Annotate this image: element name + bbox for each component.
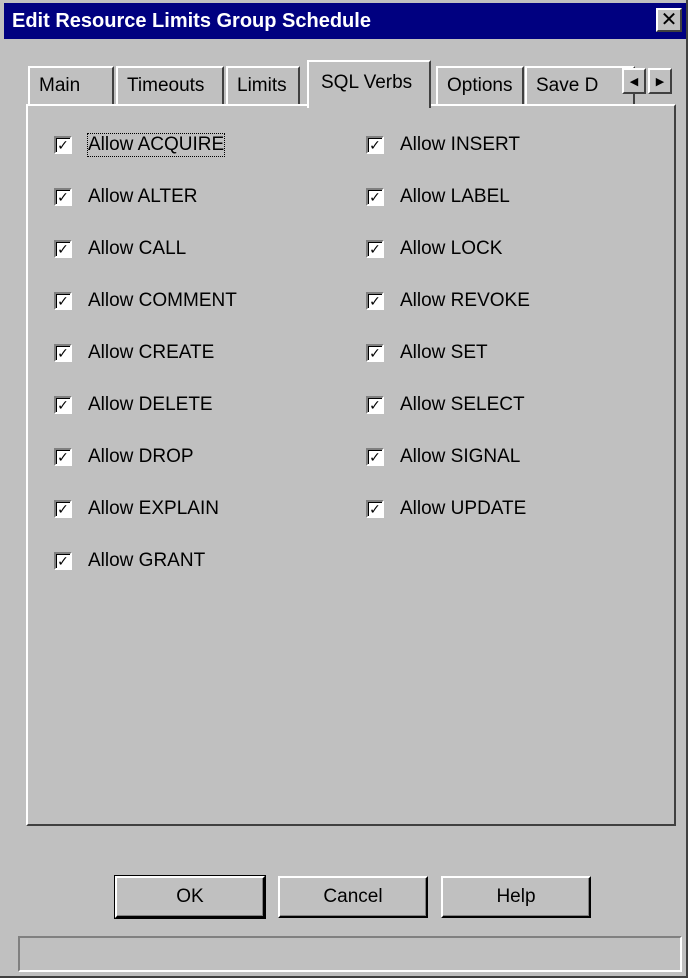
tab-main[interactable]: Main	[28, 66, 114, 104]
close-button[interactable]: ✕	[656, 8, 682, 32]
checkbox-allow-update[interactable]: ✓ Allow UPDATE	[366, 498, 530, 550]
checkmark-icon: ✓	[57, 345, 69, 361]
checkbox-label[interactable]: Allow REVOKE	[400, 290, 530, 312]
checkbox-allow-select[interactable]: ✓ Allow SELECT	[366, 394, 530, 446]
cancel-button[interactable]: Cancel	[278, 876, 428, 918]
arrow-right-icon: ▶	[655, 75, 665, 88]
checkbox-label[interactable]: Allow DELETE	[88, 394, 213, 416]
checkbox-allow-call[interactable]: ✓ Allow CALL	[54, 238, 237, 290]
tab-save[interactable]: Save D	[525, 66, 635, 104]
checkbox-allow-comment[interactable]: ✓ Allow COMMENT	[54, 290, 237, 342]
checkbox-allow-alter[interactable]: ✓ Allow ALTER	[54, 186, 237, 238]
checkbox-allow-set[interactable]: ✓ Allow SET	[366, 342, 530, 394]
checkmark-icon: ✓	[57, 501, 69, 517]
checkmark-icon: ✓	[57, 241, 69, 257]
checkbox-box[interactable]: ✓	[366, 396, 384, 414]
tab-scroll-right-button[interactable]: ▶	[648, 68, 672, 94]
checkbox-allow-acquire[interactable]: ✓ Allow ACQUIRE	[54, 133, 237, 186]
checkbox-allow-signal[interactable]: ✓ Allow SIGNAL	[366, 446, 530, 498]
checkmark-icon: ✓	[369, 449, 381, 465]
sql-verbs-panel: ✓ Allow ACQUIRE ✓ Allow ALTER ✓ Allow CALL …	[26, 104, 676, 826]
tab-timeouts[interactable]: Timeouts	[116, 66, 224, 104]
checkbox-box[interactable]: ✓	[54, 344, 72, 362]
tab-strip: Main Timeouts Limits SQL Verbs Options S…	[28, 60, 684, 108]
checkbox-box[interactable]: ✓	[54, 500, 72, 518]
checkbox-allow-label[interactable]: ✓ Allow LABEL	[366, 186, 530, 238]
checkbox-box[interactable]: ✓	[54, 240, 72, 258]
checkbox-box[interactable]: ✓	[366, 344, 384, 362]
checkbox-box[interactable]: ✓	[366, 136, 384, 154]
checkbox-box[interactable]: ✓	[366, 240, 384, 258]
checkbox-box[interactable]: ✓	[54, 552, 72, 570]
checkmark-icon: ✓	[57, 397, 69, 413]
checkbox-label[interactable]: Allow CALL	[88, 238, 186, 260]
checkmark-icon: ✓	[369, 293, 381, 309]
checkmark-icon: ✓	[369, 345, 381, 361]
tab-scroll-left-button[interactable]: ◀	[622, 68, 646, 94]
checkmark-icon: ✓	[57, 449, 69, 465]
close-icon: ✕	[660, 9, 678, 31]
checkbox-allow-create[interactable]: ✓ Allow CREATE	[54, 342, 237, 394]
checkbox-label[interactable]: Allow COMMENT	[88, 290, 237, 312]
checkmark-icon: ✓	[369, 397, 381, 413]
tab-limits[interactable]: Limits	[226, 66, 300, 104]
dialog-window: Edit Resource Limits Group Schedule ✕ Ma…	[0, 0, 688, 978]
checkbox-allow-revoke[interactable]: ✓ Allow REVOKE	[366, 290, 530, 342]
window-title: Edit Resource Limits Group Schedule	[12, 9, 371, 32]
checkbox-allow-explain[interactable]: ✓ Allow EXPLAIN	[54, 498, 237, 550]
checkbox-box[interactable]: ✓	[366, 448, 384, 466]
checkbox-label[interactable]: Allow SIGNAL	[400, 446, 520, 468]
checkbox-label[interactable]: Allow LOCK	[400, 238, 502, 260]
tab-sql-verbs[interactable]: SQL Verbs	[307, 60, 431, 108]
checkbox-allow-grant[interactable]: ✓ Allow GRANT	[54, 550, 237, 602]
checkmark-icon: ✓	[369, 137, 381, 153]
checkbox-label[interactable]: Allow LABEL	[400, 186, 510, 208]
checkbox-box[interactable]: ✓	[366, 188, 384, 206]
checkbox-label[interactable]: Allow ACQUIRE	[86, 133, 226, 157]
tab-options[interactable]: Options	[436, 66, 524, 104]
checkbox-label[interactable]: Allow UPDATE	[400, 498, 526, 520]
checkbox-box[interactable]: ✓	[54, 448, 72, 466]
checkbox-label[interactable]: Allow SELECT	[400, 394, 525, 416]
checkbox-box[interactable]: ✓	[54, 188, 72, 206]
checkbox-label[interactable]: Allow SET	[400, 342, 488, 364]
checkmark-icon: ✓	[57, 553, 69, 569]
checkbox-allow-drop[interactable]: ✓ Allow DROP	[54, 446, 237, 498]
checkbox-label[interactable]: Allow DROP	[88, 446, 194, 468]
title-bar[interactable]: Edit Resource Limits Group Schedule ✕	[4, 3, 686, 39]
checkbox-label[interactable]: Allow GRANT	[88, 550, 205, 572]
checkbox-box[interactable]: ✓	[54, 396, 72, 414]
arrow-left-icon: ◀	[629, 75, 639, 88]
checkbox-label[interactable]: Allow INSERT	[400, 134, 520, 156]
checkbox-box[interactable]: ✓	[366, 500, 384, 518]
checkbox-allow-lock[interactable]: ✓ Allow LOCK	[366, 238, 530, 290]
help-button[interactable]: Help	[441, 876, 591, 918]
checkbox-allow-insert[interactable]: ✓ Allow INSERT	[366, 134, 530, 186]
checkbox-box[interactable]: ✓	[366, 292, 384, 310]
checkmark-icon: ✓	[369, 501, 381, 517]
checkbox-box[interactable]: ✓	[54, 136, 72, 154]
checkbox-column-right: ✓ Allow INSERT ✓ Allow LABEL ✓ Allow LOCK ✓…	[366, 134, 530, 550]
checkbox-allow-delete[interactable]: ✓ Allow DELETE	[54, 394, 237, 446]
checkbox-label[interactable]: Allow ALTER	[88, 186, 197, 208]
checkmark-icon: ✓	[369, 241, 381, 257]
checkmark-icon: ✓	[57, 293, 69, 309]
checkbox-column-left: ✓ Allow ACQUIRE ✓ Allow ALTER ✓ Allow CALL …	[54, 133, 237, 602]
ok-button[interactable]: OK	[114, 875, 266, 919]
checkmark-icon: ✓	[57, 137, 69, 153]
checkmark-icon: ✓	[369, 189, 381, 205]
checkmark-icon: ✓	[57, 189, 69, 205]
status-bar	[18, 936, 682, 972]
checkbox-label[interactable]: Allow CREATE	[88, 342, 214, 364]
checkbox-box[interactable]: ✓	[54, 292, 72, 310]
checkbox-label[interactable]: Allow EXPLAIN	[88, 498, 219, 520]
